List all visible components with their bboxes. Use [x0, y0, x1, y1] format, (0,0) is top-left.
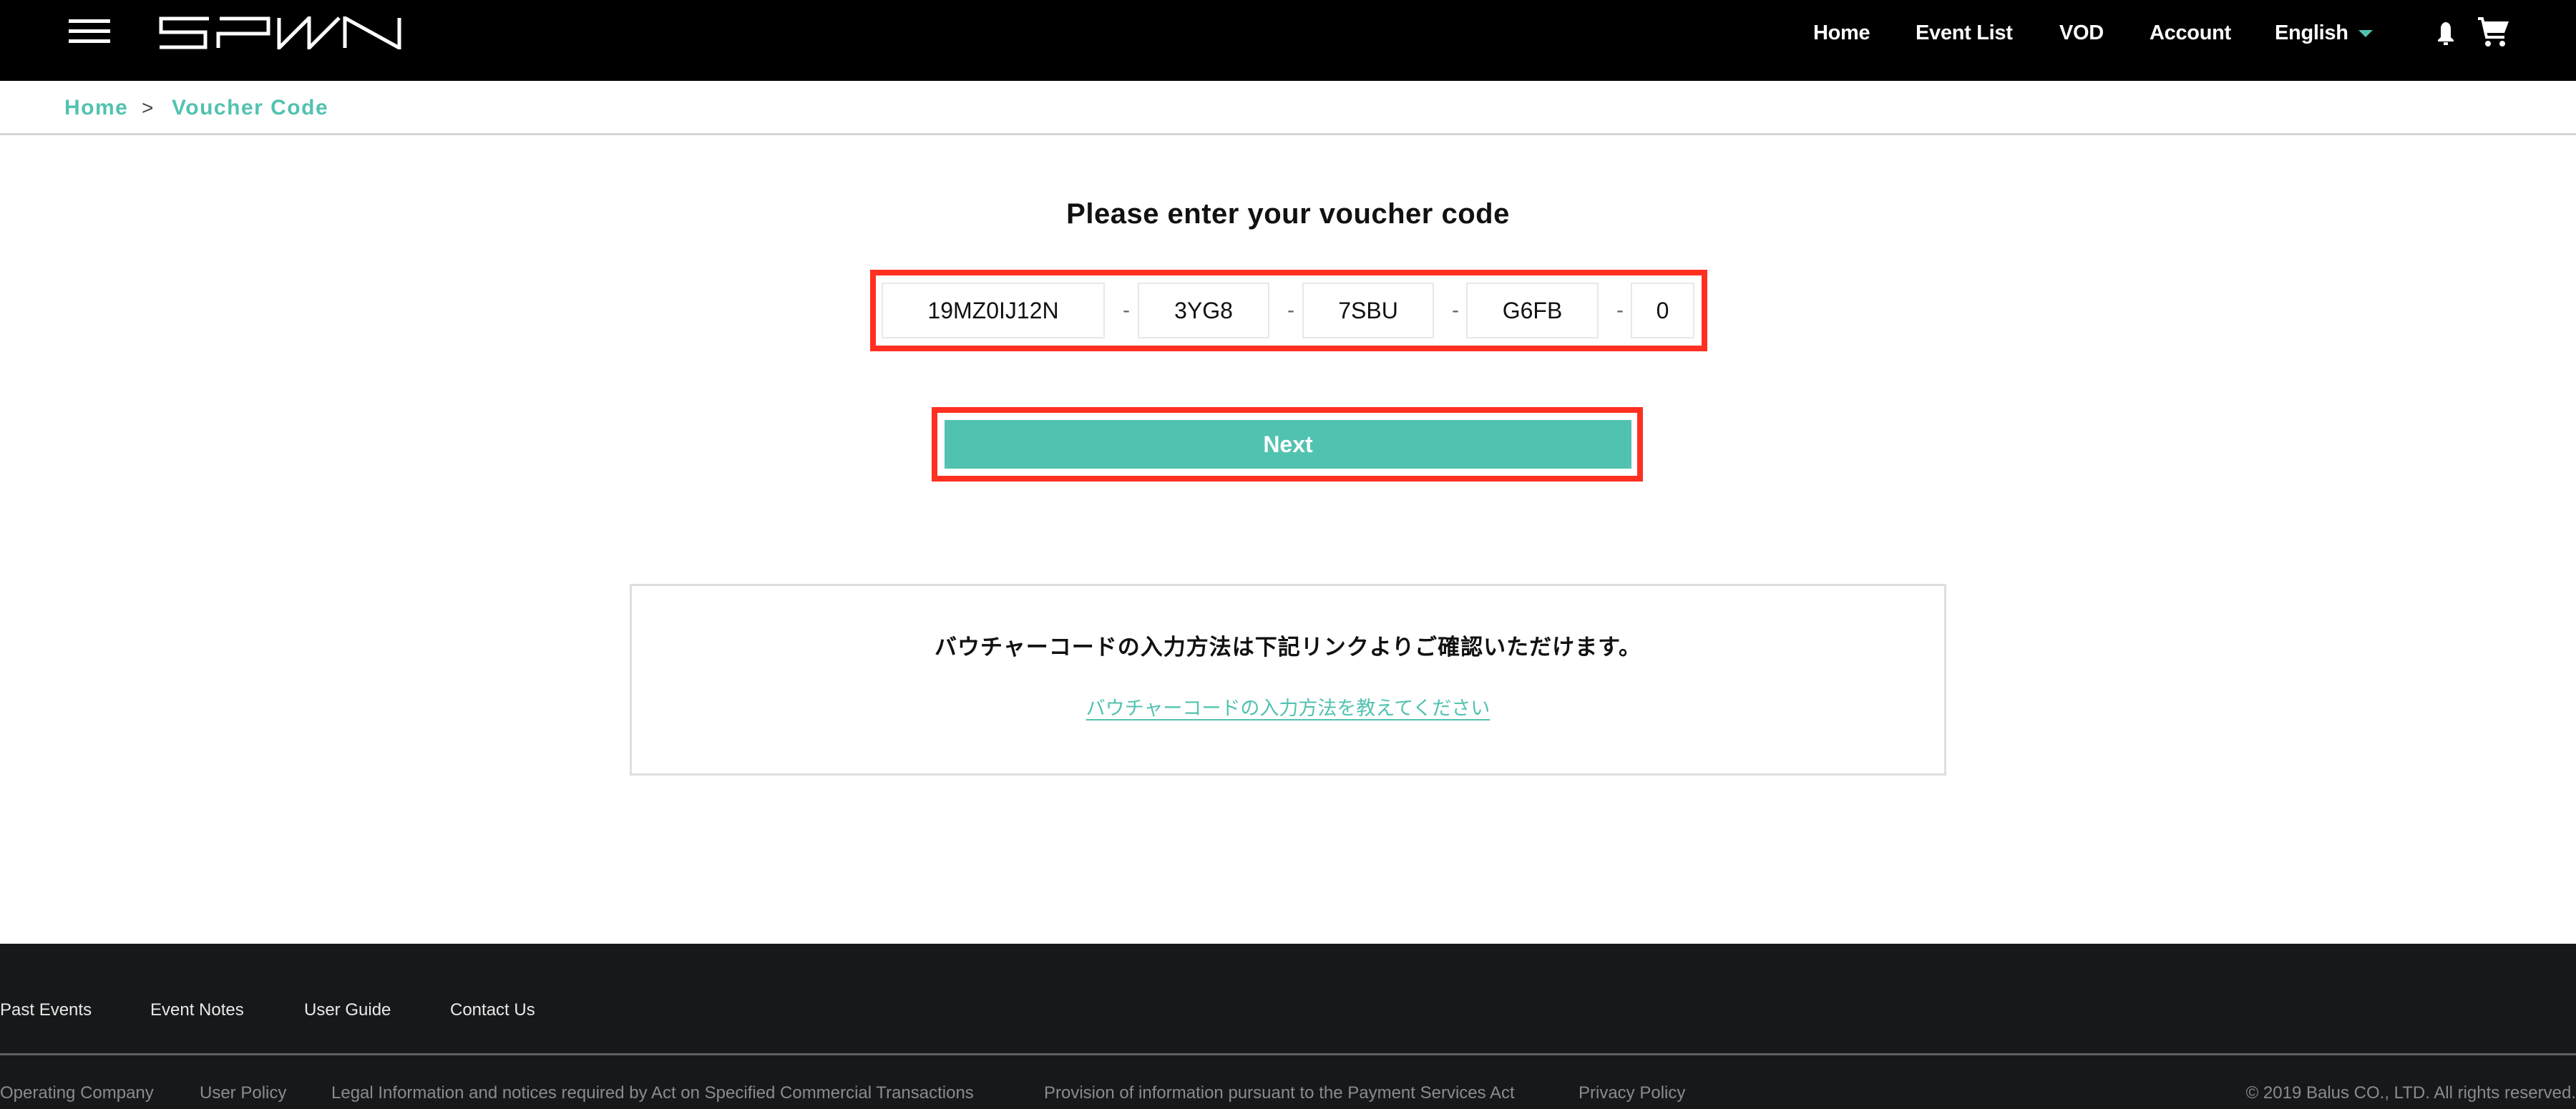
chevron-down-icon[interactable] — [2358, 30, 2373, 37]
menu-bar — [69, 19, 110, 23]
cart-icon[interactable] — [2477, 17, 2510, 47]
footer-link-user-guide[interactable]: User Guide — [304, 1000, 391, 1021]
segment-separator: - — [1452, 298, 1459, 322]
footer-link-payment-services-act[interactable]: Provision of information pursuant to the… — [1044, 1083, 1515, 1104]
footer-link-commercial-transactions[interactable]: Legal Information and notices required b… — [331, 1083, 974, 1104]
language-selector[interactable]: English — [2275, 19, 2348, 47]
segment-separator: - — [1616, 298, 1624, 322]
nav-event-list[interactable]: Event List — [1916, 19, 2013, 47]
footer-link-event-notes[interactable]: Event Notes — [150, 1000, 244, 1021]
footer-link-past-events[interactable]: Past Events — [0, 1000, 92, 1021]
footer-divider — [0, 1053, 2576, 1055]
menu-bar — [69, 39, 110, 43]
segment-separator: - — [1287, 298, 1294, 322]
copyright: © 2019 Balus CO., LTD. All rights reserv… — [2245, 1083, 2576, 1103]
spwn-logo[interactable] — [157, 16, 404, 49]
voucher-help-text: バウチャーコードの入力方法は下記リンクよりご確認いただけます。 — [935, 635, 1641, 660]
menu-bar — [69, 29, 110, 33]
next-button-highlight: Next — [932, 407, 1643, 482]
voucher-segment-3-input[interactable] — [1302, 283, 1434, 338]
voucher-segment-4-input[interactable] — [1466, 283, 1599, 338]
voucher-segment-2-input[interactable] — [1138, 283, 1269, 338]
footer-link-contact-us[interactable]: Contact Us — [450, 1000, 535, 1021]
page-title: Please enter your voucher code — [1066, 198, 1510, 230]
breadcrumb: Home > Voucher Code — [0, 81, 2576, 135]
voucher-segment-1-input[interactable] — [882, 283, 1105, 338]
footer-link-operating-company[interactable]: Operating Company — [0, 1083, 154, 1104]
breadcrumb-home[interactable]: Home — [64, 95, 128, 121]
bell-icon[interactable] — [2433, 20, 2459, 46]
footer: Past Events Event Notes User Guide Conta… — [0, 944, 2576, 1109]
breadcrumb-voucher-code: Voucher Code — [172, 96, 329, 119]
voucher-code-group: - - - - — [870, 270, 1707, 351]
footer-link-privacy-policy[interactable]: Privacy Policy — [1579, 1083, 1685, 1104]
nav-account[interactable]: Account — [2150, 19, 2231, 47]
hamburger-menu-icon[interactable] — [69, 19, 110, 46]
nav-vod[interactable]: VOD — [2059, 19, 2104, 47]
footer-link-user-policy[interactable]: User Policy — [200, 1083, 286, 1104]
voucher-help-link[interactable]: バウチャーコードの入力方法を教えてください — [1086, 698, 1491, 720]
voucher-help-box: バウチャーコードの入力方法は下記リンクよりご確認いただけます。 バウチャーコード… — [630, 584, 1946, 776]
top-header: Home Event List VOD Account English — [0, 0, 2576, 81]
nav-home[interactable]: Home — [1813, 19, 1870, 47]
voucher-segment-5-input[interactable] — [1631, 283, 1694, 338]
breadcrumb-separator: > — [142, 97, 154, 119]
next-button[interactable]: Next — [945, 420, 1631, 469]
segment-separator: - — [1123, 298, 1130, 322]
